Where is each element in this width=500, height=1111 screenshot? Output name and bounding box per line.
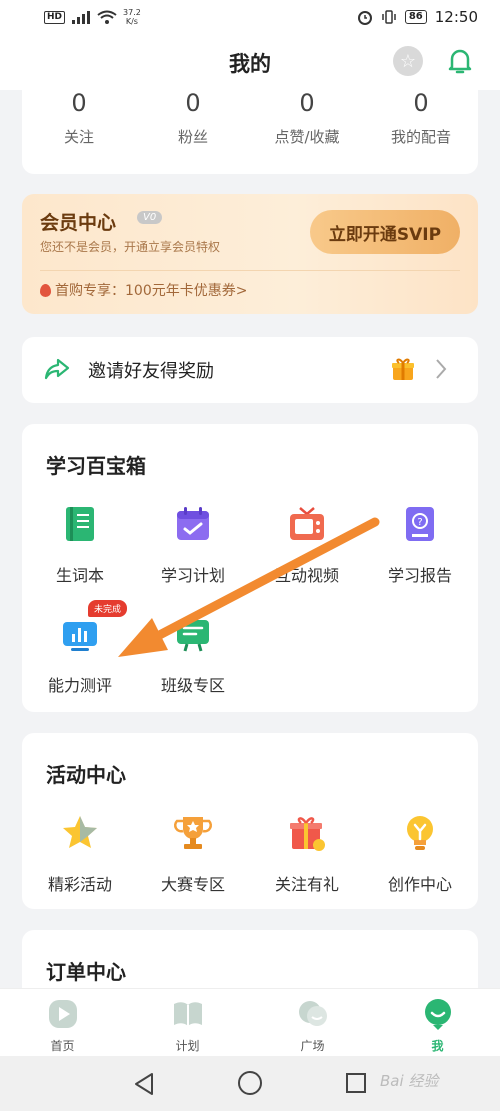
- alarm-clock-icon: [357, 11, 372, 25]
- bottom-tab-bar: 首页 计划 广场 我: [0, 988, 500, 1056]
- network-speed: 37.2 K/s: [123, 8, 141, 26]
- toolbox-label: 能力测评: [47, 676, 112, 695]
- drop-icon: [40, 283, 51, 297]
- study-report-icon: ?: [406, 507, 434, 541]
- profile-icon: [424, 999, 451, 1030]
- home-circle-button[interactable]: [238, 1071, 262, 1095]
- invite-friends-row[interactable]: 邀请好友得奖励: [22, 337, 478, 403]
- toolbox-item-vocabulary[interactable]: 生词本: [30, 504, 130, 586]
- vip-level-badge: V0: [137, 211, 163, 224]
- tab-home[interactable]: 首页: [0, 989, 125, 1056]
- square-chat-icon: [298, 1001, 327, 1026]
- activity-item-creation-center[interactable]: 创作中心: [370, 813, 470, 895]
- toolbox-label: 互动视频: [274, 566, 339, 585]
- toolbox-label: 生词本: [55, 566, 104, 585]
- activity-item-follow-gift[interactable]: 关注有礼: [257, 813, 357, 895]
- stat-label: 粉丝: [177, 128, 208, 146]
- toolbox-item-study-plan[interactable]: 学习计划: [143, 504, 243, 586]
- page-title: 我的: [229, 52, 271, 76]
- svg-text:?: ?: [417, 517, 422, 528]
- wifi-icon: [97, 10, 117, 24]
- star-icon: ☆: [399, 50, 417, 72]
- activity-center-card: 活动中心 精彩活动 大赛专区 关注有礼 创作中心: [22, 733, 478, 909]
- clock: 12:50: [434, 8, 478, 26]
- ability-assessment-chart-icon: [63, 622, 97, 651]
- tab-label: 首页: [50, 1039, 75, 1053]
- toolbox-label: 学习计划: [160, 566, 225, 585]
- stat-label: 关注: [63, 128, 94, 146]
- stat-label: 点赞/收藏: [274, 128, 340, 146]
- first-purchase-coupon-link[interactable]: 首购专享：100元年卡优惠券>: [40, 280, 247, 300]
- activity-label: 关注有礼: [274, 875, 339, 894]
- stat-value: 0: [299, 89, 315, 117]
- stat-fans[interactable]: 0 粉丝: [136, 82, 250, 174]
- interactive-video-tv-icon: [290, 507, 324, 540]
- vip-title: 会员中心: [40, 212, 117, 234]
- stat-value: 0: [413, 89, 429, 117]
- open-svip-button[interactable]: 立即开通SVIP: [310, 210, 460, 254]
- chevron-right-icon: [436, 359, 447, 379]
- gift-icon: [392, 358, 414, 380]
- tab-label: 计划: [175, 1039, 200, 1053]
- battery-indicator: 86: [404, 10, 427, 24]
- coupon-text: 首购专享：100元年卡优惠券>: [55, 283, 248, 299]
- star-icon: [63, 816, 97, 848]
- class-zone-icon: [177, 620, 209, 652]
- activity-label: 精彩活动: [47, 875, 112, 894]
- cellular-signal-icon: [72, 11, 91, 24]
- study-plan-calendar-icon: [177, 507, 209, 540]
- stat-likes-favorites[interactable]: 0 点赞/收藏: [250, 82, 364, 174]
- toolbox-item-ability-assessment[interactable]: 能力测评: [30, 614, 130, 696]
- stat-label: 我的配音: [390, 128, 451, 146]
- profile-stats-card: 0 关注 0 粉丝 0 点赞/收藏 0 我的配音: [22, 82, 478, 174]
- invite-label: 邀请好友得奖励: [88, 361, 214, 382]
- status-bar: HD 37.2 K/s 86 12:50: [0, 0, 500, 34]
- trophy-icon: [174, 817, 212, 849]
- tab-label: 广场: [300, 1039, 325, 1053]
- watermark: Bai 经验: [380, 1072, 439, 1090]
- lightbulb-icon: [407, 816, 433, 850]
- home-play-icon: [48, 1000, 77, 1028]
- notifications-button[interactable]: [444, 45, 476, 77]
- toolbox-item-interactive-video[interactable]: 互动视频: [257, 504, 357, 586]
- tab-label: 我: [431, 1039, 444, 1053]
- tab-plan[interactable]: 计划: [125, 989, 250, 1056]
- incomplete-badge: 未完成: [88, 600, 128, 617]
- vocabulary-book-icon: [66, 507, 94, 541]
- plan-book-icon: [173, 1002, 202, 1026]
- vibrate-icon: [382, 10, 396, 24]
- toolbox-item-study-report[interactable]: ? 学习报告: [370, 504, 470, 586]
- activity-item-contest[interactable]: 大赛专区: [143, 813, 243, 895]
- activity-label: 创作中心: [387, 875, 452, 894]
- stat-value: 0: [185, 89, 201, 117]
- activity-label: 大赛专区: [160, 875, 225, 894]
- learning-toolbox-card: 学习百宝箱 生词本 学习计划 互动视频 ? 学习报告 能力测评 班级专区 未完成: [22, 424, 478, 712]
- tab-square[interactable]: 广场: [250, 989, 375, 1056]
- divider: [40, 270, 460, 271]
- section-title: 学习百宝箱: [46, 454, 146, 478]
- system-navigation-bar: Bai 经验: [0, 1056, 500, 1111]
- bell-icon: [448, 49, 472, 74]
- stat-following[interactable]: 0 关注: [22, 82, 136, 174]
- toolbox-label: 学习报告: [387, 566, 452, 585]
- activity-item-events[interactable]: 精彩活动: [30, 813, 130, 895]
- vip-center-card[interactable]: 会员中心 V0 您还不是会员，开通立享会员特权 立即开通SVIP 首购专享：10…: [22, 194, 478, 314]
- gift-box-icon: [290, 817, 325, 851]
- toolbox-label: 班级专区: [160, 676, 225, 695]
- recent-apps-button[interactable]: [346, 1073, 366, 1093]
- back-triangle-icon[interactable]: [133, 1072, 155, 1096]
- tab-me[interactable]: 我: [375, 989, 500, 1056]
- toolbox-item-class-zone[interactable]: 班级专区: [143, 614, 243, 696]
- vip-subtitle: 您还不是会员，开通立享会员特权: [40, 240, 221, 254]
- stat-value: 0: [71, 89, 87, 117]
- section-title: 订单中心: [46, 960, 126, 984]
- stat-my-dubbing[interactable]: 0 我的配音: [364, 82, 478, 174]
- section-title: 活动中心: [46, 763, 126, 787]
- share-arrow-icon: [44, 358, 70, 380]
- favorites-button[interactable]: ☆: [393, 46, 423, 76]
- hd-indicator: HD: [44, 10, 66, 24]
